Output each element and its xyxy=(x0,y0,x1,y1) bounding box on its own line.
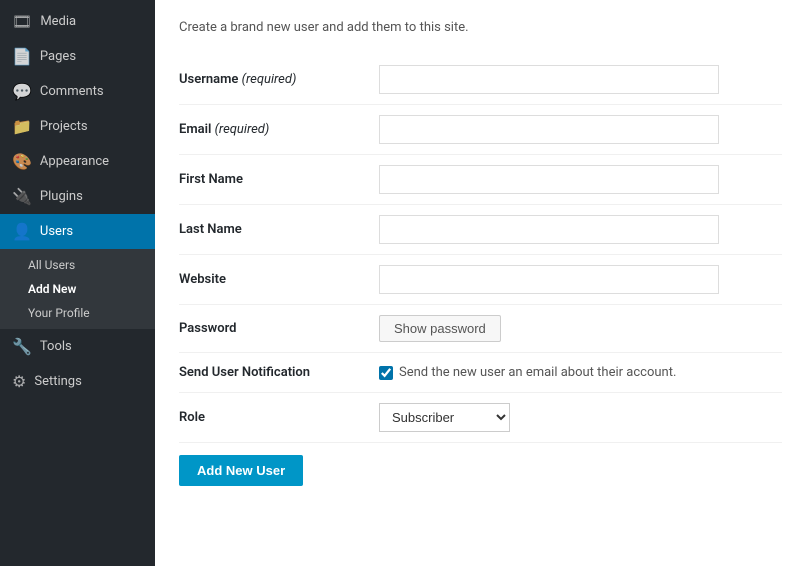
sidebar-item-label: Tools xyxy=(40,339,72,354)
sidebar-item-settings[interactable]: ⚙ Settings xyxy=(0,364,155,399)
sidebar-item-label: Appearance xyxy=(40,154,109,169)
sidebar-item-comments[interactable]: 💬 Comments xyxy=(0,74,155,109)
lastname-row: Last Name xyxy=(179,205,782,255)
add-new-user-button[interactable]: Add New User xyxy=(179,455,303,486)
users-icon: 👤 xyxy=(12,222,32,241)
firstname-label: First Name xyxy=(179,155,379,205)
firstname-input[interactable] xyxy=(379,165,719,194)
role-select[interactable]: Subscriber Contributor Author Editor Adm… xyxy=(379,403,510,432)
notification-checkbox[interactable] xyxy=(379,366,393,380)
sidebar-sub-add-new[interactable]: Add New xyxy=(0,277,155,301)
notification-text: Send the new user an email about their a… xyxy=(399,365,676,380)
sidebar-item-label: Settings xyxy=(34,374,81,389)
appearance-icon: 🎨 xyxy=(12,152,32,171)
sidebar-item-users[interactable]: 👤 Users xyxy=(0,214,155,249)
tools-icon: 🔧 xyxy=(12,337,32,356)
username-label: Username (required) xyxy=(179,55,379,105)
comments-icon: 💬 xyxy=(12,82,32,101)
notification-label: Send User Notification xyxy=(179,353,379,393)
firstname-row: First Name xyxy=(179,155,782,205)
plugins-icon: 🔌 xyxy=(12,187,32,206)
sidebar-item-appearance[interactable]: 🎨 Appearance xyxy=(0,144,155,179)
show-password-button[interactable]: Show password xyxy=(379,315,501,342)
pages-icon: 📄 xyxy=(12,47,32,66)
main-content: Create a brand new user and add them to … xyxy=(155,0,806,566)
password-row: Password Show password xyxy=(179,305,782,353)
website-row: Website xyxy=(179,255,782,305)
sidebar-item-pages[interactable]: 📄 Pages xyxy=(0,39,155,74)
email-label: Email (required) xyxy=(179,105,379,155)
sidebar-item-label: Comments xyxy=(40,84,104,99)
users-submenu: All Users Add New Your Profile xyxy=(0,249,155,329)
email-input[interactable] xyxy=(379,115,719,144)
sidebar-sub-your-profile[interactable]: Your Profile xyxy=(0,301,155,325)
sidebar-item-label: Media xyxy=(40,14,76,29)
sidebar-item-tools[interactable]: 🔧 Tools xyxy=(0,329,155,364)
website-input[interactable] xyxy=(379,265,719,294)
sidebar-sub-all-users[interactable]: All Users xyxy=(0,253,155,277)
sidebar: 🎞 Media 📄 Pages 💬 Comments 📁 Projects 🎨 … xyxy=(0,0,155,566)
password-label: Password xyxy=(179,305,379,353)
sidebar-item-media[interactable]: 🎞 Media xyxy=(0,4,155,39)
username-row: Username (required) xyxy=(179,55,782,105)
sidebar-item-label: Plugins xyxy=(40,189,83,204)
media-icon: 🎞 xyxy=(12,12,32,31)
lastname-input[interactable] xyxy=(379,215,719,244)
sidebar-item-projects[interactable]: 📁 Projects xyxy=(0,109,155,144)
website-label: Website xyxy=(179,255,379,305)
username-input[interactable] xyxy=(379,65,719,94)
sidebar-item-plugins[interactable]: 🔌 Plugins xyxy=(0,179,155,214)
role-label: Role xyxy=(179,393,379,443)
lastname-label: Last Name xyxy=(179,205,379,255)
content-area: Create a brand new user and add them to … xyxy=(155,0,806,566)
email-row: Email (required) xyxy=(179,105,782,155)
sidebar-item-label: Projects xyxy=(40,119,88,134)
settings-icon: ⚙ xyxy=(12,372,26,391)
sidebar-item-label: Users xyxy=(40,224,73,239)
page-description: Create a brand new user and add them to … xyxy=(179,20,782,35)
notification-field: Send the new user an email about their a… xyxy=(379,365,782,380)
role-row: Role Subscriber Contributor Author Edito… xyxy=(179,393,782,443)
sidebar-item-label: Pages xyxy=(40,49,76,64)
notification-row: Send User Notification Send the new user… xyxy=(179,353,782,393)
projects-icon: 📁 xyxy=(12,117,32,136)
add-user-form: Username (required) Email (required) Fir… xyxy=(179,55,782,443)
